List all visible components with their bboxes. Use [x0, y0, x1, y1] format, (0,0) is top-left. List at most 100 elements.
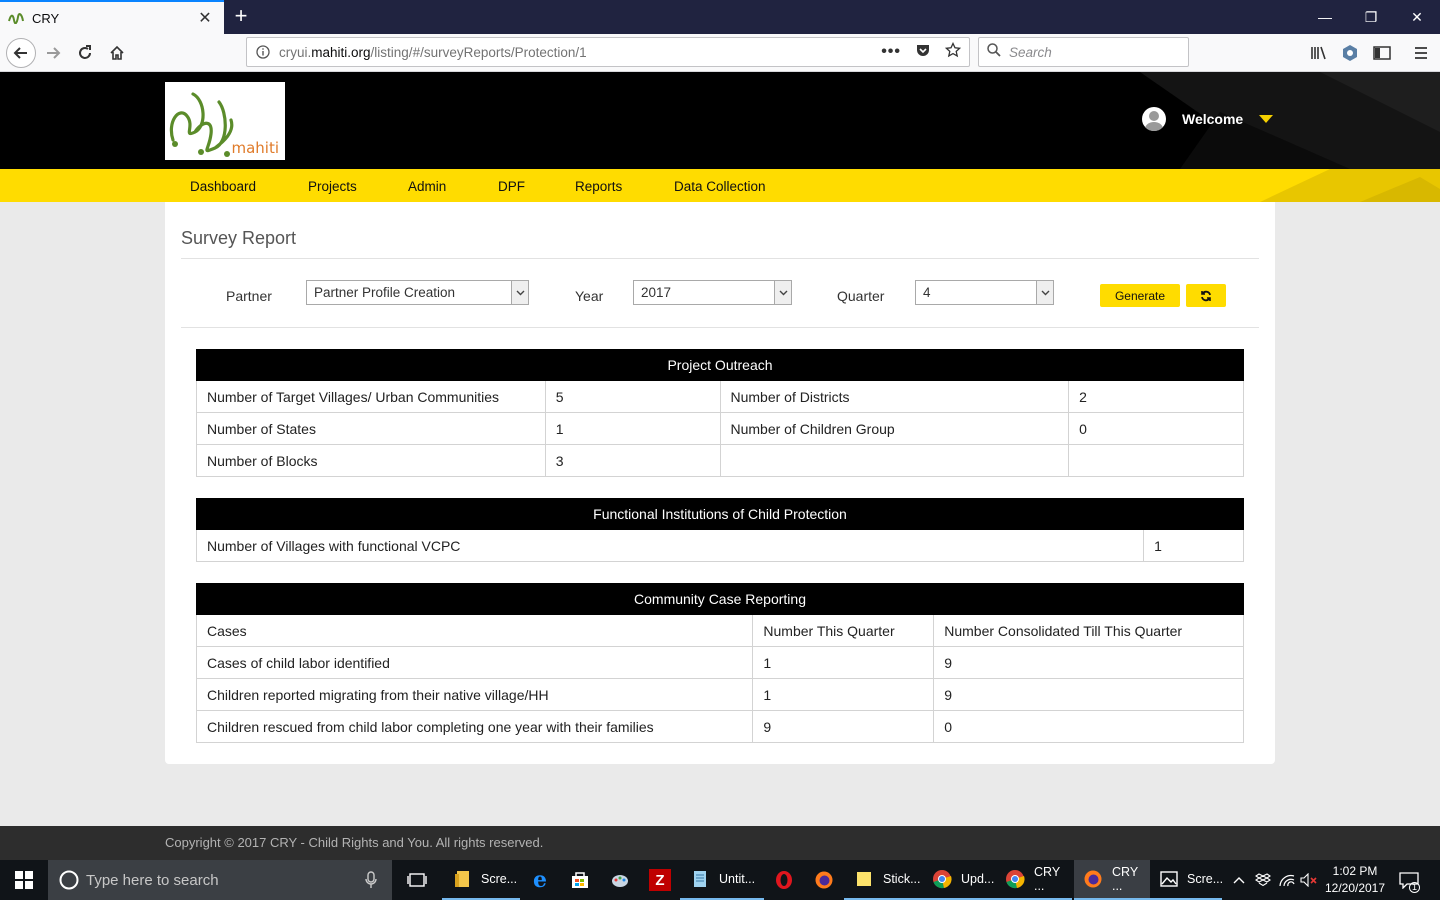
- column-header: Cases: [195, 614, 754, 647]
- quarter-select[interactable]: 4: [915, 280, 1054, 305]
- table-cell: 0: [1068, 412, 1244, 445]
- generate-button[interactable]: Generate: [1100, 284, 1180, 307]
- table-cell: Children rescued from child labor comple…: [195, 710, 754, 743]
- taskbar-app-store[interactable]: [560, 860, 600, 900]
- table-row: Number of Blocks 3: [196, 444, 1244, 477]
- menu-item-dashboard[interactable]: Dashboard: [190, 169, 256, 202]
- table-cell: Number of Target Villages/ Urban Communi…: [196, 380, 546, 413]
- menu-item-projects[interactable]: Projects: [308, 169, 357, 202]
- divider: [181, 327, 1259, 328]
- table-cell: 9: [752, 710, 935, 743]
- taskbar-app-chrome-upd[interactable]: Upd...: [922, 860, 996, 900]
- taskbar-app-firefox-cry[interactable]: CRY ...: [1074, 860, 1150, 900]
- tab-close-icon[interactable]: ✕: [196, 8, 214, 28]
- refresh-icon: [1201, 290, 1211, 301]
- table-row: Number of Villages with functional VCPC …: [195, 529, 1244, 562]
- system-clock[interactable]: 1:02 PM 12/20/2017: [1318, 863, 1392, 897]
- taskbar-app-label: Stick...: [883, 872, 921, 886]
- year-select-value: 2017: [641, 285, 672, 300]
- taskbar-app-label: Upd...: [961, 872, 995, 886]
- back-arrow-icon[interactable]: [6, 38, 36, 68]
- taskbar-app-file-explorer[interactable]: Scre...: [442, 860, 520, 900]
- table-cell: Number of Children Group: [719, 412, 1070, 445]
- sidebar-icon[interactable]: [1371, 42, 1393, 64]
- user-menu[interactable]: Welcome: [1142, 107, 1274, 131]
- library-icon[interactable]: [1308, 42, 1330, 64]
- menu-decoration: [1260, 169, 1440, 202]
- chevron-down-icon[interactable]: [1036, 281, 1053, 304]
- window-close-icon[interactable]: ✕: [1394, 0, 1440, 34]
- chevron-down-icon[interactable]: [511, 281, 528, 304]
- taskbar-app-filezilla[interactable]: Z: [640, 860, 680, 900]
- table-cell: 1: [752, 646, 935, 679]
- functional-institutions-table: Functional Institutions of Child Protect…: [195, 498, 1244, 562]
- browser-tab[interactable]: CRY ✕: [0, 0, 224, 34]
- taskbar-app-edge[interactable]: e: [520, 860, 560, 900]
- table-cell: 1: [752, 678, 935, 711]
- windows-start-icon[interactable]: [0, 860, 48, 900]
- chevron-down-icon[interactable]: [774, 281, 791, 304]
- info-icon[interactable]: [247, 45, 279, 59]
- filezilla-icon: Z: [649, 869, 671, 891]
- community-case-reporting-table: Community Case Reporting Cases Number Th…: [195, 583, 1244, 743]
- page-actions-icon[interactable]: •••: [881, 43, 901, 61]
- mahiti-logo[interactable]: mahiti: [165, 82, 285, 160]
- taskbar-app-paint[interactable]: [600, 860, 640, 900]
- welcome-label: Welcome: [1182, 111, 1244, 127]
- firefox-icon: [1083, 868, 1104, 890]
- table-header-row: Cases Number This Quarter Number Consoli…: [195, 614, 1244, 647]
- taskbar-app-chrome-cry[interactable]: CRY ...: [996, 860, 1072, 900]
- paint-icon: [609, 869, 631, 891]
- copyright-text: Copyright © 2017 CRY - Child Rights and …: [165, 835, 544, 850]
- pocket-icon[interactable]: [915, 42, 931, 63]
- table-cell: 1: [544, 412, 721, 445]
- windows-taskbar: Type here to search Scre... e Z Untit...…: [0, 860, 1440, 900]
- edge-icon: e: [533, 867, 547, 893]
- taskbar-app-opera[interactable]: [764, 860, 804, 900]
- caret-down-icon[interactable]: [1259, 115, 1274, 123]
- menu-icon[interactable]: [1410, 42, 1432, 64]
- restore-icon[interactable]: ❐: [1348, 0, 1394, 34]
- taskbar-app-sticky-notes[interactable]: Stick...: [844, 860, 922, 900]
- notepad-icon: [689, 868, 711, 890]
- notifications-icon[interactable]: 1: [1396, 860, 1422, 900]
- microphone-icon[interactable]: [364, 871, 378, 889]
- partner-select[interactable]: Partner Profile Creation: [306, 280, 529, 305]
- network-icon[interactable]: [1276, 860, 1298, 900]
- site-favicon-icon: [8, 10, 24, 26]
- column-header: Number This Quarter: [752, 614, 935, 647]
- taskbar-app-label: Scre...: [481, 872, 518, 886]
- menu-item-dpf[interactable]: DPF: [498, 169, 525, 202]
- table-cell: Cases of child labor identified: [195, 646, 754, 679]
- table-cell: Number of States: [196, 412, 546, 445]
- volume-muted-icon[interactable]: [1298, 860, 1320, 900]
- bookmark-star-icon[interactable]: [944, 41, 962, 63]
- table-row: Children rescued from child labor comple…: [195, 710, 1244, 743]
- home-icon[interactable]: [102, 38, 132, 68]
- menu-item-data-collection[interactable]: Data Collection: [674, 169, 766, 202]
- forward-arrow-icon[interactable]: [38, 38, 68, 68]
- address-bar[interactable]: cryui.mahiti.org/listing/#/surveyReports…: [246, 37, 970, 67]
- taskbar-app-photos[interactable]: Scre...: [1150, 860, 1223, 900]
- taskbar-app-notepad[interactable]: Untit...: [680, 860, 764, 900]
- photos-icon: [1159, 868, 1179, 890]
- extension-icon[interactable]: [1339, 42, 1361, 64]
- table-cell: [1068, 444, 1244, 477]
- minimize-icon[interactable]: —: [1302, 0, 1348, 34]
- chevron-up-icon[interactable]: [1228, 860, 1250, 900]
- taskbar-search-field[interactable]: Type here to search: [48, 860, 392, 900]
- menu-item-reports[interactable]: Reports: [575, 169, 622, 202]
- browser-navigation-bar: cryui.mahiti.org/listing/#/surveyReports…: [0, 34, 1440, 72]
- taskbar-app-label: CRY ...: [1033, 865, 1060, 893]
- task-view-icon[interactable]: [400, 860, 434, 900]
- taskbar-app-firefox[interactable]: [804, 860, 844, 900]
- dropbox-icon[interactable]: [1252, 860, 1274, 900]
- refresh-button[interactable]: [1186, 284, 1226, 307]
- new-tab-icon[interactable]: +: [228, 0, 254, 34]
- browser-search-field[interactable]: Search: [978, 37, 1189, 67]
- menu-item-admin[interactable]: Admin: [408, 169, 446, 202]
- year-select[interactable]: 2017: [633, 280, 792, 305]
- reload-icon[interactable]: [70, 38, 100, 68]
- chrome-icon: [931, 868, 953, 890]
- table-cell: 9: [933, 678, 1244, 711]
